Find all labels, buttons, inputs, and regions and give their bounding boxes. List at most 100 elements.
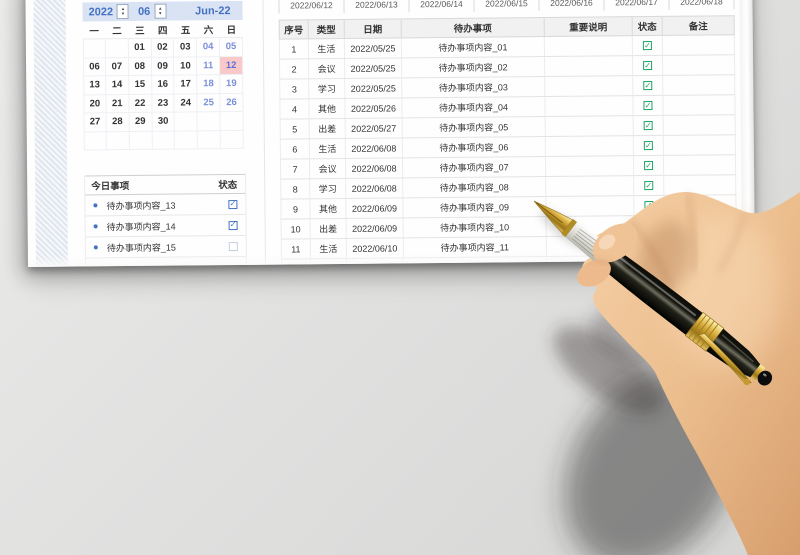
cell-no[interactable]: 2	[279, 59, 310, 79]
checked-checkbox[interactable]: ✓	[228, 199, 238, 209]
checked-checkbox[interactable]: ✓	[643, 121, 653, 131]
cell-item[interactable]: 待办事项内容_06	[402, 137, 546, 158]
calendar-day[interactable]: 23	[151, 94, 175, 113]
checked-checkbox[interactable]: ✓	[644, 201, 654, 211]
cell-no[interactable]: 11	[280, 239, 311, 259]
cell-date[interactable]: 2022/06/08	[345, 158, 404, 178]
cell-remark[interactable]	[663, 95, 736, 115]
calendar-day[interactable]: 16	[151, 75, 175, 95]
cell-remark[interactable]	[664, 255, 738, 267]
cell-item[interactable]: 待办事项内容_08	[403, 177, 547, 198]
cell-date[interactable]: 2022/06/10	[346, 258, 405, 267]
cell-date[interactable]: 2022/06/10	[346, 238, 404, 258]
cell-item[interactable]: 待办事项内容_11	[403, 237, 547, 258]
calendar-day[interactable]: 06	[82, 57, 107, 77]
cell-status[interactable]: ✓	[633, 95, 664, 116]
cell-type[interactable]: 其他	[310, 198, 347, 219]
cell-item[interactable]: 待办事项内容_02	[402, 57, 546, 78]
checked-checkbox[interactable]: ✓	[643, 141, 653, 151]
checked-checkbox[interactable]: ✓	[644, 161, 654, 171]
cell-type[interactable]: 会议	[309, 58, 346, 79]
checked-checkbox[interactable]: ✓	[643, 81, 653, 91]
checked-checkbox[interactable]: ✓	[642, 41, 652, 51]
week-date-cell[interactable]: 2022/06/13	[343, 0, 409, 13]
cell-status[interactable]: ✓	[634, 195, 665, 216]
spinner-down-icon[interactable]: ▾	[159, 10, 162, 16]
column-header-cell[interactable]: 备注	[662, 16, 735, 35]
week-date-cell[interactable]: 2022/06/17	[603, 0, 669, 11]
week-date-cell[interactable]: 2022/06/15	[473, 0, 539, 12]
calendar-day[interactable]: 05	[219, 37, 243, 57]
cell-note[interactable]	[546, 176, 635, 197]
cell-date[interactable]: 2022/06/09	[346, 198, 404, 218]
cell-note[interactable]	[546, 256, 636, 267]
cell-no[interactable]: 5	[279, 119, 310, 139]
calendar-day[interactable]: 07	[105, 57, 129, 77]
calendar-day[interactable]: 01	[128, 38, 152, 58]
calendar-day[interactable]: 26	[220, 93, 244, 113]
calendar-day[interactable]: 03	[174, 38, 198, 58]
cell-note[interactable]	[546, 216, 635, 237]
cell-type[interactable]: 生活	[310, 238, 347, 259]
calendar-day[interactable]: 24	[174, 93, 198, 113]
year-spinner[interactable]: ▴ ▾	[116, 4, 130, 20]
cell-note[interactable]	[545, 156, 635, 177]
cell-status[interactable]: ✓	[633, 115, 664, 136]
cell-date[interactable]: 2022/05/25	[344, 38, 403, 58]
checked-checkbox[interactable]: ✓	[644, 221, 654, 231]
cell-remark[interactable]	[663, 155, 737, 175]
cell-no[interactable]: 8	[280, 179, 311, 199]
cell-note[interactable]	[545, 116, 634, 137]
week-date-cell[interactable]: 2022/06/18	[668, 0, 735, 10]
cell-item[interactable]: 待办事项内容_10	[403, 217, 547, 238]
cell-no[interactable]: 12	[280, 259, 312, 267]
cell-note[interactable]	[546, 196, 635, 217]
month-spinner[interactable]: ▴ ▾	[154, 3, 167, 19]
cell-item[interactable]: 待办事项内容_03	[402, 77, 546, 98]
calendar-day[interactable]: 18	[197, 75, 221, 94]
calendar-day[interactable]: 11	[197, 56, 221, 76]
cell-remark[interactable]	[664, 215, 737, 235]
checked-checkbox[interactable]: ✓	[643, 61, 653, 71]
calendar-day[interactable]: 14	[106, 76, 130, 95]
cell-item[interactable]: 待办事项内容_05	[402, 117, 546, 138]
checked-checkbox[interactable]: ✓	[644, 241, 654, 251]
cell-type[interactable]: 学习	[310, 178, 347, 199]
calendar-day[interactable]: 10	[174, 56, 198, 76]
cell-type[interactable]: 会议	[309, 158, 347, 179]
cell-date[interactable]: 2022/05/27	[345, 118, 403, 138]
cell-status[interactable]: ✓	[633, 135, 664, 156]
calendar-day[interactable]: 25	[197, 93, 221, 113]
calendar-day[interactable]: 19	[220, 74, 244, 94]
cell-date[interactable]: 2022/06/08	[346, 178, 404, 198]
calendar-day[interactable]: 15	[128, 75, 152, 95]
cell-note[interactable]	[545, 76, 634, 97]
cell-no[interactable]: 6	[279, 139, 310, 159]
cell-date[interactable]: 2022/06/09	[346, 218, 404, 238]
cell-type[interactable]: 出差	[310, 218, 347, 239]
cell-remark[interactable]	[663, 75, 736, 95]
cell-remark[interactable]	[664, 235, 737, 255]
calendar-day[interactable]: 28	[106, 113, 130, 132]
cell-status[interactable]: ✓	[634, 175, 665, 196]
column-header-cell[interactable]: 日期	[344, 19, 402, 38]
checked-checkbox[interactable]: ✓	[643, 101, 653, 111]
calendar-day[interactable]: 02	[151, 38, 175, 58]
column-header-cell[interactable]: 类型	[308, 19, 345, 39]
unchecked-checkbox[interactable]	[228, 241, 238, 251]
calendar-day[interactable]: 27	[83, 113, 107, 132]
calendar-month-value[interactable]: 06	[138, 5, 150, 17]
cell-type[interactable]: 学习	[309, 78, 346, 99]
cell-item[interactable]: 待办事项内容_04	[402, 97, 546, 118]
calendar-day[interactable]: 21	[106, 94, 130, 114]
cell-item[interactable]: 待办事项内容_07	[402, 157, 547, 178]
calendar-day[interactable]: 09	[151, 57, 175, 76]
cell-no[interactable]: 1	[278, 39, 310, 59]
cell-no[interactable]: 9	[280, 199, 311, 219]
cell-no[interactable]: 7	[279, 159, 311, 179]
cell-note[interactable]	[545, 96, 634, 117]
week-date-cell[interactable]: 2022/06/12	[278, 0, 344, 14]
cell-remark[interactable]	[663, 115, 736, 135]
cell-remark[interactable]	[664, 175, 737, 195]
cell-date[interactable]: 2022/05/25	[345, 58, 403, 78]
